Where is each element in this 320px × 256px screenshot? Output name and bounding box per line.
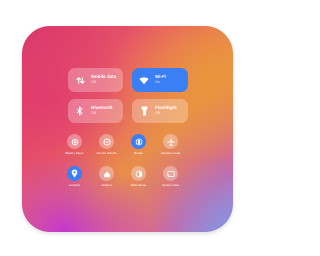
tile-flashlight[interactable]: Flashlight Off [132,99,188,123]
rotate-toggle[interactable]: Rotate [130,134,147,155]
round-button[interactable] [163,166,178,181]
screen-cast-toggle[interactable]: Screen Cast [162,166,179,187]
tile-subtitle: On [155,80,160,85]
tile-title: Wi-Fi [155,74,167,80]
flashlight-icon [138,105,150,117]
round-button[interactable] [131,134,146,149]
round-button-label: Hotspot [101,183,112,187]
round-button-label: Dark theme [130,183,147,187]
airplane-mode-toggle[interactable]: Airplane mode [160,134,181,155]
round-button[interactable] [131,166,146,181]
do-not-disturb-toggle[interactable]: Do Not Disturb [96,134,117,155]
dark-theme-icon [135,170,143,178]
tile-subtitle: Off [155,111,160,116]
round-button-label: Do Not Disturb [96,151,117,155]
tile-title: Mobile data [91,74,117,80]
location-toggle[interactable]: Location [66,166,83,187]
do-not-disturb-icon [102,137,111,146]
round-button-label: Rotate [134,151,143,155]
tile-wifi[interactable]: Wi-Fi On [132,68,188,92]
round-button-label: Screen Cast [162,183,179,187]
screen-cast-icon [166,170,175,178]
control-center-app-icon[interactable]: Mobile data Off Wi-Fi On Bluetooth Off F… [22,26,233,232]
airplane-icon [166,137,175,146]
bluetooth-icon [74,105,86,117]
tile-subtitle: Off [91,111,96,116]
round-button-label: Airplane mode [160,151,181,155]
tile-subtitle: Off [91,80,96,85]
dark-theme-toggle[interactable]: Dark theme [130,166,147,187]
round-button[interactable] [67,166,82,181]
hotspot-icon [103,170,111,178]
battery-saver-toggle[interactable]: Battery Saver [65,134,84,155]
battery-saver-icon [71,138,79,146]
round-button[interactable] [163,134,178,149]
location-icon [71,169,78,178]
hotspot-toggle[interactable]: Hotspot [98,166,115,187]
mobile-data-icon [74,74,86,86]
wifi-icon [138,74,150,86]
tile-mobile-data[interactable]: Mobile data Off [68,68,123,92]
round-button[interactable] [99,166,114,181]
round-button-label: Location [68,183,81,187]
round-button[interactable] [67,134,82,149]
rotate-icon [135,138,143,146]
round-button-label: Battery Saver [65,151,84,155]
tile-bluetooth[interactable]: Bluetooth Off [68,99,123,123]
tile-title: Flashlight [155,105,177,111]
round-button[interactable] [99,134,114,149]
tile-title: Bluetooth [91,105,113,111]
